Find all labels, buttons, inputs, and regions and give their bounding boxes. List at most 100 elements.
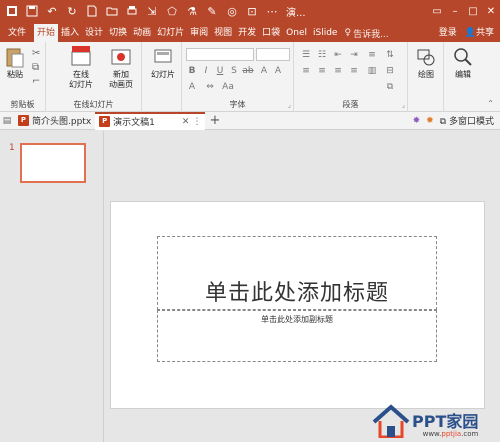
paint-bucket-icon[interactable]: ⚗ bbox=[184, 3, 200, 19]
change-case-icon[interactable]: Aa bbox=[222, 82, 234, 92]
tell-me-box[interactable]: ♀ 告诉我... bbox=[344, 24, 388, 42]
login-link[interactable]: 登录 bbox=[439, 24, 457, 42]
online-slides-group-label: 在线幻灯片 bbox=[73, 100, 114, 109]
close-icon[interactable]: ✕ bbox=[482, 6, 500, 17]
tab-transitions[interactable]: 切换 bbox=[106, 24, 130, 42]
record-icon[interactable]: ◎ bbox=[224, 3, 240, 19]
settings-gear-icon[interactable]: ✹ bbox=[426, 116, 434, 126]
tab-animations[interactable]: 动画 bbox=[130, 24, 154, 42]
tab-review[interactable]: 审阅 bbox=[187, 24, 211, 42]
editing-label: 编辑 bbox=[455, 70, 471, 79]
save-icon[interactable] bbox=[24, 3, 40, 19]
find-icon bbox=[452, 46, 474, 68]
font-size-field[interactable] bbox=[256, 48, 290, 61]
brush-icon[interactable]: ✎ bbox=[204, 3, 220, 19]
multi-window-button[interactable]: ⧉ 多窗口模式 bbox=[440, 114, 494, 127]
open-file-icon[interactable] bbox=[104, 3, 120, 19]
cut-icon[interactable]: ✂ bbox=[32, 48, 44, 59]
online-slides-button[interactable]: 在线 幻灯片 bbox=[66, 46, 96, 90]
document-title: 演... bbox=[286, 7, 306, 19]
editing-button[interactable]: 编辑 bbox=[450, 46, 476, 80]
tab-file[interactable]: 文件 bbox=[0, 24, 34, 42]
share-button[interactable]: 👤共享 bbox=[465, 24, 494, 42]
drawing-label: 绘图 bbox=[418, 70, 434, 79]
maximize-icon[interactable]: □ bbox=[464, 6, 482, 17]
pin-icon[interactable]: ✸ bbox=[413, 116, 421, 126]
tabs-menu-icon[interactable]: ▤ bbox=[0, 116, 14, 126]
tab-islide[interactable]: iSlide bbox=[310, 24, 340, 42]
new-tab-icon[interactable]: + bbox=[209, 113, 220, 128]
increase-indent-icon[interactable]: ⇥ bbox=[348, 50, 360, 60]
title-placeholder[interactable]: 单击此处添加标题 bbox=[157, 236, 437, 310]
line-spacing-icon[interactable]: ≡ bbox=[366, 50, 378, 60]
shape-icon[interactable]: ⬠ bbox=[164, 3, 180, 19]
new-animation-page-button[interactable]: 新加 动画页 bbox=[106, 46, 136, 90]
title-placeholder-text: 单击此处添加标题 bbox=[204, 281, 389, 306]
slide-thumbnail[interactable] bbox=[20, 143, 86, 183]
numbering-icon[interactable]: ☷ bbox=[316, 50, 328, 60]
format-painter-button-icon[interactable]: ⌐ bbox=[32, 76, 44, 87]
increase-font-icon[interactable]: A bbox=[258, 66, 270, 76]
underline-icon[interactable]: U bbox=[214, 66, 226, 76]
tab-view[interactable]: 视图 bbox=[211, 24, 235, 42]
tab-more-icon[interactable]: ⋮ bbox=[192, 117, 201, 127]
drawing-button[interactable]: 绘图 bbox=[413, 46, 439, 80]
columns-icon[interactable]: ▥ bbox=[366, 66, 378, 76]
bold-icon[interactable]: B bbox=[186, 66, 198, 76]
tab-pocket[interactable]: 口袋 bbox=[259, 24, 283, 42]
lightbulb-icon: ♀ bbox=[344, 28, 352, 38]
tab-insert[interactable]: 插入 bbox=[58, 24, 82, 42]
screenshot-icon[interactable]: ⊡ bbox=[244, 3, 260, 19]
tab-slideshow[interactable]: 幻灯片 bbox=[154, 24, 187, 42]
font-group: B I U S ab A A A ⇔ Aa ⌟ 字体 bbox=[182, 42, 294, 112]
share-label: 共享 bbox=[475, 28, 494, 38]
align-right-icon[interactable]: ≡ bbox=[332, 66, 344, 76]
tab-developer[interactable]: 开发 bbox=[235, 24, 259, 42]
redo-icon[interactable]: ↻ bbox=[64, 3, 80, 19]
copy-icon[interactable]: ⧉ bbox=[32, 62, 44, 73]
decrease-font-icon[interactable]: A bbox=[272, 66, 284, 76]
minimize-icon[interactable]: – bbox=[446, 6, 464, 17]
font-group-label: 字体 bbox=[229, 100, 246, 109]
align-center-icon[interactable]: ≡ bbox=[316, 66, 328, 76]
undo-icon[interactable]: ↶ bbox=[44, 3, 60, 19]
font-color-icon[interactable]: A bbox=[186, 82, 198, 92]
doc-tab-presentation[interactable]: P 演示文稿1 ✕ ⋮ bbox=[95, 111, 206, 130]
subtitle-placeholder[interactable]: 单击此处添加副标题 bbox=[157, 310, 437, 362]
watermark: PPT家园 www.pptjia.com bbox=[372, 404, 478, 438]
tab-home[interactable]: 开始 bbox=[34, 24, 59, 42]
bullets-icon[interactable]: ☰ bbox=[300, 50, 312, 60]
tell-me-text: 告诉我... bbox=[353, 29, 389, 40]
doc-tab-intro[interactable]: P 简介头图.pptx bbox=[14, 112, 95, 130]
char-spacing-icon[interactable]: ⇔ bbox=[204, 82, 216, 92]
align-text-icon[interactable]: ⊟ bbox=[384, 66, 396, 76]
new-file-icon[interactable] bbox=[84, 3, 100, 19]
slides-group: 幻灯片 bbox=[142, 42, 182, 112]
tab-design[interactable]: 设计 bbox=[82, 24, 106, 42]
clipboard-group-label: 剪贴板 bbox=[10, 100, 35, 109]
paste-button[interactable]: 粘贴 bbox=[4, 46, 26, 80]
smartart-icon[interactable]: ⧉ bbox=[384, 82, 396, 92]
print-icon[interactable] bbox=[124, 3, 140, 19]
tab-onenote[interactable]: Onel bbox=[283, 24, 310, 42]
new-animation-label-1: 新加 bbox=[113, 70, 129, 79]
decrease-indent-icon[interactable]: ⇤ bbox=[332, 50, 344, 60]
online-slides-group: 在线 幻灯片 新加 动画页 在线幻灯片 bbox=[46, 42, 142, 112]
align-left-icon[interactable]: ≡ bbox=[300, 66, 312, 76]
text-direction-icon[interactable]: ⇅ bbox=[384, 50, 396, 60]
watermark-url-suffix: .com bbox=[461, 430, 479, 438]
slides-button[interactable]: 幻灯片 bbox=[149, 46, 177, 80]
font-name-field[interactable] bbox=[186, 48, 254, 61]
shadow-icon[interactable]: S bbox=[228, 66, 240, 76]
subtitle-placeholder-text: 单击此处添加副标题 bbox=[261, 315, 333, 324]
ribbon-display-icon[interactable]: ▭ bbox=[428, 6, 446, 17]
format-painter-icon[interactable]: ⇲ bbox=[144, 3, 160, 19]
justify-icon[interactable]: ≡ bbox=[348, 66, 360, 76]
strikethrough-icon[interactable]: ab bbox=[242, 66, 254, 76]
shapes-icon bbox=[415, 46, 437, 68]
online-slides-label-2: 幻灯片 bbox=[69, 80, 93, 89]
customize-icon[interactable]: ⋯ bbox=[264, 3, 280, 19]
collapse-ribbon-icon[interactable]: ⌃ bbox=[487, 99, 494, 108]
close-tab-icon[interactable]: ✕ bbox=[182, 117, 190, 127]
italic-icon[interactable]: I bbox=[200, 66, 212, 76]
